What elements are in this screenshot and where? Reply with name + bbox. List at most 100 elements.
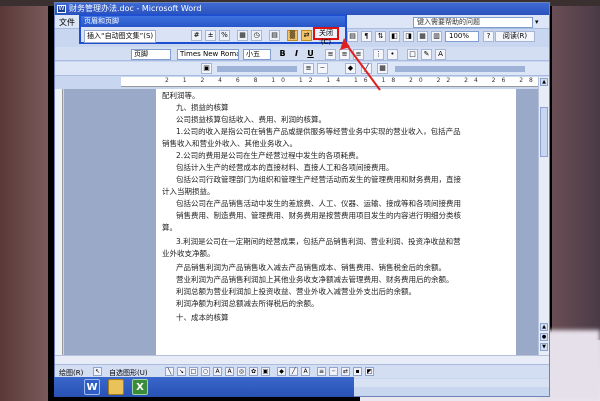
doc-line: 利润净额为利润总额减去所得税后的余额。 <box>176 299 319 308</box>
fill-color-icon[interactable]: ◆ <box>277 367 286 376</box>
fill-color-icon[interactable]: ◆ <box>345 63 356 74</box>
excel-taskbar-icon[interactable]: X <box>132 379 148 395</box>
previous-page-icon[interactable]: ▲ <box>540 323 548 331</box>
toolbar-separator <box>395 66 525 72</box>
select-browse-object-icon[interactable]: ● <box>540 333 548 341</box>
shadow-icon[interactable]: ▪ <box>353 367 362 376</box>
help-search-input[interactable]: 键入需要帮助的问题 <box>413 17 533 28</box>
dash-style-icon[interactable]: ┄ <box>329 367 338 376</box>
picture-icon[interactable]: ▣ <box>261 367 270 376</box>
same-as-previous-icon[interactable]: ⇄ <box>301 30 312 41</box>
folder-taskbar-icon[interactable] <box>108 379 124 395</box>
wordart-icon[interactable]: A <box>225 367 234 376</box>
line-color-icon[interactable]: ╱ <box>289 367 298 376</box>
doc-line: 十、成本的核算 <box>176 313 229 322</box>
taskbar: W X <box>54 377 354 397</box>
draw-table-icon[interactable]: ▦ <box>377 63 388 74</box>
word-app-icon[interactable]: W <box>57 5 66 13</box>
show-hide-icon[interactable]: ¶ <box>361 31 372 42</box>
formatting-toolbar: 页脚 Times New Roman 小五 B I U ≡ ≡ ≡ ⋮ • □ … <box>55 47 549 61</box>
line-style-icon[interactable]: ≡ <box>317 367 326 376</box>
format-page-number-icon[interactable]: % <box>219 30 230 41</box>
doc-line: 公司损益核算包括收入、费用、利润的核算。 <box>176 115 326 124</box>
doc-line: 产品销售利润为产品销售收入减去产品销售成本、销售费用、销售税金后的余额。 <box>176 263 446 272</box>
columns-icon[interactable]: ▥ <box>431 31 442 42</box>
align-left-icon[interactable]: ≡ <box>325 49 336 60</box>
font-color-icon[interactable]: A <box>301 367 310 376</box>
diagram-icon[interactable]: ◎ <box>237 367 246 376</box>
font-color-icon[interactable]: A <box>435 49 446 60</box>
style-select[interactable]: 页脚 <box>131 49 171 60</box>
doc-line: 包括计入生产的经营成本的直接材料、直接人工和各项间接费用。 <box>176 163 394 172</box>
oval-icon[interactable]: ○ <box>201 367 210 376</box>
select-objects-icon[interactable]: ↖ <box>93 367 102 376</box>
clipart-icon[interactable]: ✿ <box>249 367 258 376</box>
bullets-icon[interactable]: • <box>387 49 398 60</box>
textbox-icon[interactable]: A <box>213 367 222 376</box>
rectangle-icon[interactable]: □ <box>189 367 198 376</box>
help-icon[interactable]: ? <box>483 31 494 42</box>
highlight-icon[interactable]: ✎ <box>421 49 432 60</box>
doc-line: 包括公司在产品销售活动中发生的差旅费、人工、仪器、运输、接成等和各项间接费用 <box>176 199 461 208</box>
word-window: W 财务管理办法.doc - Microsoft Word 文件 键入需要帮助的… <box>54 2 550 397</box>
header-footer-toolbar-title[interactable]: 页眉和页脚 <box>81 16 345 27</box>
insert-page-number-icon[interactable]: # <box>191 30 202 41</box>
italic-button[interactable]: I <box>291 49 302 60</box>
arrow-icon[interactable]: ↘ <box>177 367 186 376</box>
table-icon[interactable]: ▦ <box>417 31 428 42</box>
drawing-toolbar: 绘图(R) 自选图形(U) ↖ ╲ ↘ □ ○ A A ◎ ✿ ▣ ◆ ╱ A … <box>55 364 549 378</box>
scrollbar-thumb[interactable] <box>540 107 548 157</box>
3d-icon[interactable]: ◩ <box>365 367 374 376</box>
horizontal-ruler[interactable]: 2 1 2 4 6 8 10 12 14 16 18 20 22 24 26 2… <box>121 77 549 87</box>
word-taskbar-icon[interactable]: W <box>84 379 100 395</box>
doc-line: 营业利润为产品销售利润加上其他业务收支净额减去管理费用、财务费用后的余额。 <box>176 275 454 284</box>
menu-file[interactable]: 文件 <box>59 17 75 28</box>
read-mode-button[interactable]: 阅读(R) <box>495 31 535 42</box>
doc-line: 包括公司行政管理部门为组织和管理生产经营活动而发生的管理费用和财务费用，直接 <box>176 175 461 184</box>
window-title: 财务管理办法.doc - Microsoft Word <box>69 4 202 13</box>
align-center-icon[interactable]: ≡ <box>339 49 350 60</box>
page-setup-hf-icon[interactable]: ▤ <box>269 30 280 41</box>
zoom-select[interactable]: 100% <box>445 31 479 42</box>
vertical-scrollbar[interactable]: ▲ ▲ ● ▼ <box>538 77 549 355</box>
doc-line: 计入当期损益。 <box>162 187 215 196</box>
line-icon[interactable]: ╲ <box>165 367 174 376</box>
next-page-icon[interactable]: ▼ <box>540 343 548 351</box>
page-setup-icon[interactable]: ▤ <box>347 31 358 42</box>
close-header-footer-button[interactable]: 关闭(C) <box>313 27 339 46</box>
show-previous-icon[interactable]: ◧ <box>389 31 400 42</box>
doc-line: 算。 <box>162 223 177 232</box>
format-picture-icon[interactable]: ▣ <box>201 63 212 74</box>
insert-time-icon[interactable]: ◷ <box>251 30 262 41</box>
doc-line: 1.公司的收入是指公司在销售产品或提供服务等经营业务中实现的营业收入，包括产品 <box>176 127 461 136</box>
document-page[interactable]: 配利润等。 九、损益的核算 公司损益核算包括收入、费用、利润的核算。 1.公司的… <box>156 89 516 355</box>
line-color-icon[interactable]: ╱ <box>361 63 372 74</box>
show-next-icon[interactable]: ◨ <box>403 31 414 42</box>
chevron-down-icon[interactable]: ▾ <box>535 18 539 26</box>
vertical-ruler[interactable] <box>55 89 63 355</box>
underline-button[interactable]: U <box>305 49 316 60</box>
insert-page-count-icon[interactable]: ± <box>205 30 216 41</box>
arrow-style-icon[interactable]: ⇄ <box>341 367 350 376</box>
show-document-text-icon[interactable]: ▒ <box>287 30 298 41</box>
switch-header-footer-icon[interactable]: ⇅ <box>375 31 386 42</box>
ruler-ticks: 2 1 2 4 6 8 10 12 14 16 18 20 22 24 26 2… <box>165 77 549 84</box>
bold-button[interactable]: B <box>277 49 288 60</box>
header-footer-toolbar: 页眉和页脚 插入“自动图文集”(S) # ± % ▦ ◷ ▤ ▒ ⇄ ⇅ <box>79 14 347 44</box>
doc-line: 销售收入和营业外收入、其他业务收入。 <box>162 139 297 148</box>
scroll-up-icon[interactable]: ▲ <box>540 78 548 86</box>
numbering-icon[interactable]: ⋮ <box>373 49 384 60</box>
border-icon[interactable]: □ <box>407 49 418 60</box>
font-size-select[interactable]: 小五 <box>243 49 271 60</box>
toolbar-separator <box>217 66 297 72</box>
font-select[interactable]: Times New Roman <box>177 49 239 60</box>
line-style-icon[interactable]: ≡ <box>303 63 314 74</box>
background-left <box>0 0 48 401</box>
doc-line: 配利润等。 <box>162 91 200 100</box>
align-right-icon[interactable]: ≡ <box>353 49 364 60</box>
insert-autotext-dropdown[interactable]: 插入“自动图文集”(S) <box>84 30 157 43</box>
dash-style-icon[interactable]: ┄ <box>317 63 328 74</box>
insert-date-icon[interactable]: ▦ <box>237 30 248 41</box>
doc-line: 2.公司的费用是公司在生产经营过程中发生的各项耗费。 <box>176 151 364 160</box>
doc-line: 业外收支净额。 <box>162 249 215 258</box>
